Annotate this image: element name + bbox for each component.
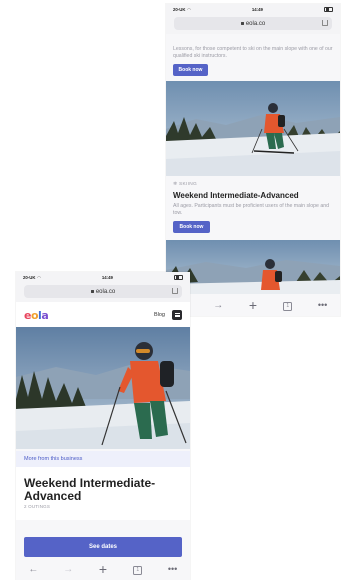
status-bar: 20-UK ◠ 14:49 (166, 4, 340, 15)
hero-photo (16, 327, 190, 449)
url-text: eola.co (245, 20, 266, 27)
url-text: eola.co (95, 288, 116, 295)
carrier-label: 20-UK (23, 275, 36, 280)
tabs-icon: 1 (283, 302, 293, 311)
book-now-button-2[interactable]: Book now (173, 221, 210, 233)
site-header: eola Blog (16, 302, 190, 327)
status-time: 14:49 (101, 275, 113, 280)
ski-icon: ❄ (173, 182, 178, 187)
lock-icon (90, 290, 94, 293)
new-tab-icon[interactable]: + (93, 562, 113, 576)
blog-link[interactable]: Blog (154, 312, 165, 318)
back-arrow-icon[interactable]: ← (23, 564, 43, 575)
screenshot-stage: 20-UK ◠ 14:49 eola.co Lessons, for those… (0, 0, 345, 580)
share-icon[interactable] (172, 288, 178, 294)
wifi-icon: ◠ (187, 6, 191, 12)
more-icon[interactable]: ••• (313, 300, 333, 310)
carrier-label: 20-UK (173, 7, 186, 12)
logo-letter-e: e (24, 308, 31, 322)
battery-icon (323, 6, 333, 13)
tabs-button[interactable]: 1 (128, 563, 148, 575)
logo-letter-a: a (41, 308, 49, 322)
listing-title[interactable]: Weekend Intermediate-Advanced (173, 191, 333, 200)
category-label: ❄ SKIING (173, 182, 333, 187)
tabs-button[interactable]: 1 (278, 299, 298, 311)
menu-icon[interactable] (172, 310, 182, 320)
skier-photo[interactable] (166, 81, 340, 176)
status-bar: 20-UK ◠ 14:49 (16, 272, 190, 283)
new-tab-icon[interactable]: + (243, 298, 263, 312)
battery-icon (173, 274, 183, 281)
page-content: Lessons, for those competent to ski on t… (166, 45, 340, 294)
lesson-description: Lessons, for those competent to ski on t… (173, 46, 333, 59)
page-title: Weekend Intermediate-Advanced (16, 467, 190, 503)
book-now-button[interactable]: Book now (173, 64, 208, 76)
lock-icon (240, 22, 244, 25)
phone-right: 20-UK ◠ 14:49 eola.co Lessons, for those… (166, 4, 340, 316)
see-dates-button[interactable]: See dates (24, 537, 182, 557)
more-icon[interactable]: ••• (163, 564, 183, 574)
category-text: SKIING (178, 182, 198, 187)
status-time: 14:49 (251, 7, 263, 12)
url-bar[interactable]: eola.co (174, 17, 332, 30)
logo-letter-o: o (30, 308, 39, 322)
wifi-icon: ◠ (37, 274, 41, 280)
browser-toolbar: ← → + 1 ••• (166, 294, 340, 316)
browser-toolbar: ← → + 1 ••• (16, 558, 190, 580)
page-subtitle: 2 OUTINGS (16, 503, 190, 520)
url-bar[interactable]: eola.co (24, 285, 182, 298)
share-icon[interactable] (322, 20, 328, 26)
phone-left: 20-UK ◠ 14:49 eola.co eola Blog More fro… (16, 272, 190, 580)
forward-arrow-icon[interactable]: → (208, 300, 228, 311)
listing-subtitle: All ages. Participants must be proficien… (173, 203, 329, 216)
eola-logo[interactable]: eola (24, 308, 49, 322)
more-from-business-link[interactable]: More from this business (16, 451, 190, 467)
tabs-icon: 1 (133, 566, 143, 575)
skier-hero-image (16, 327, 190, 449)
forward-arrow-icon[interactable]: → (58, 564, 78, 575)
skier-photo-2[interactable] (166, 240, 340, 294)
skier-image-2 (166, 240, 340, 294)
skier-image (166, 81, 340, 176)
